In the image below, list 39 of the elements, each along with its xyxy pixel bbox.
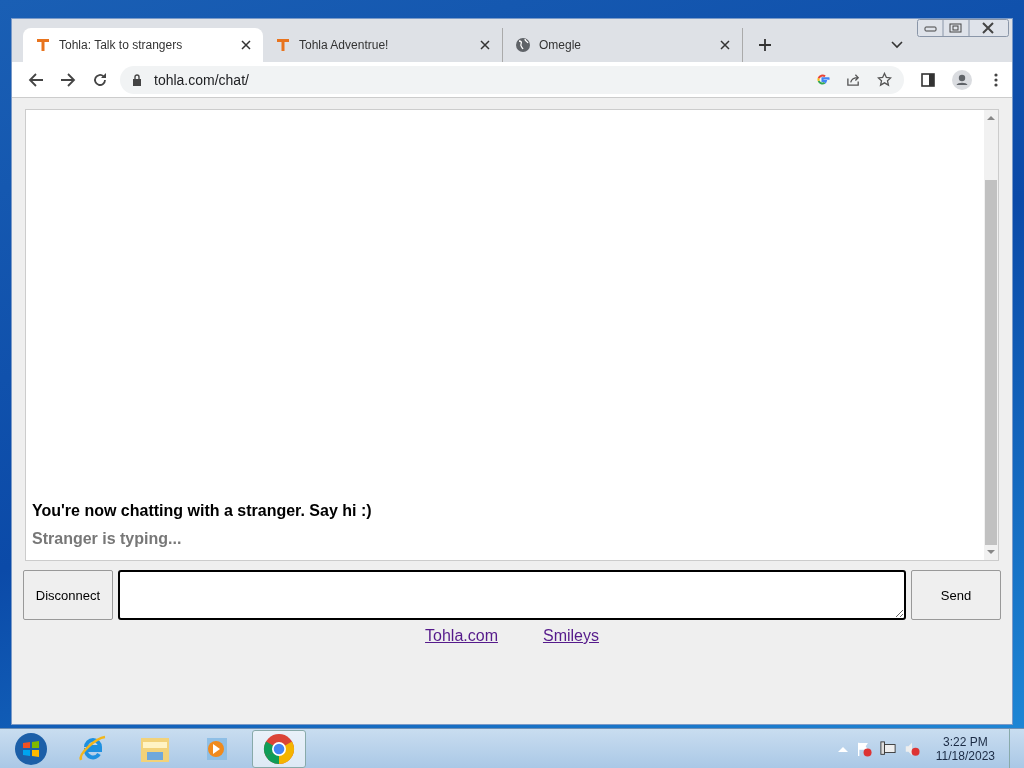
close-icon[interactable] (720, 40, 730, 50)
scroll-up-icon[interactable] (987, 115, 995, 120)
clock[interactable]: 3:22 PM 11/18/2023 (935, 734, 995, 763)
clock-time: 3:22 PM (943, 734, 988, 749)
message-input[interactable] (118, 570, 906, 620)
chrome-logo-icon (262, 731, 296, 766)
reload-icon[interactable] (92, 71, 108, 88)
start-orb-icon (14, 731, 48, 766)
typing-status: Stranger is typing... (32, 530, 183, 548)
speaker-muted-icon[interactable] (903, 740, 920, 757)
window-controls-icon[interactable] (917, 19, 1009, 37)
disconnect-button[interactable]: Disconnect (23, 570, 113, 620)
system-message: You're now chatting with a stranger. Say hi :) (32, 502, 373, 520)
forward-arrow-icon[interactable] (60, 71, 76, 88)
star-icon[interactable] (877, 72, 892, 87)
t-logo-icon (275, 37, 291, 53)
network-icon[interactable] (879, 740, 896, 757)
address-bar[interactable]: tohla.com/chat/ (120, 65, 904, 94)
scrollbar[interactable] (984, 110, 998, 560)
close-icon[interactable] (241, 40, 251, 50)
new-tab-icon[interactable] (759, 39, 771, 51)
footer-link[interactable]: Smileys (542, 627, 599, 645)
profile-avatar-icon[interactable] (952, 69, 972, 90)
side-panel-icon[interactable] (920, 71, 936, 88)
clock-date: 11/18/2023 (935, 748, 995, 763)
t-logo-icon (35, 37, 51, 53)
close-icon[interactable] (480, 40, 490, 50)
share-icon[interactable] (846, 72, 861, 87)
send-button[interactable]: Send (911, 570, 1001, 620)
taskbar-app[interactable] (252, 729, 306, 768)
globe-icon (515, 37, 531, 53)
flag-error-icon[interactable] (855, 740, 872, 757)
lock-icon (132, 73, 142, 86)
back-arrow-icon[interactable] (28, 71, 44, 88)
g-logo-icon[interactable] (815, 72, 830, 87)
browser-tab[interactable]: Tohla: Talk to strangers (23, 28, 263, 62)
chevron-down-icon[interactable] (891, 41, 903, 49)
footer-link[interactable]: Tohla.com (425, 627, 498, 645)
scroll-down-icon[interactable] (987, 550, 995, 555)
